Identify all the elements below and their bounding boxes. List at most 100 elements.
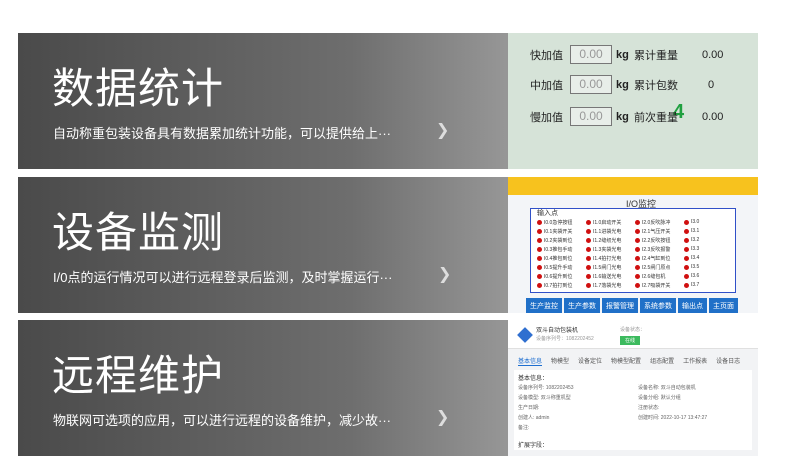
io-point: I2.7吸袋开关 bbox=[635, 281, 684, 289]
io-point-label: I3.6 bbox=[691, 273, 700, 279]
io-point-label: I3.4 bbox=[691, 255, 700, 261]
io-point: I0.6提升到位 bbox=[537, 272, 586, 280]
card-data-statistics[interactable]: 数据统计 自动称重包装设备具有数据累加统计功能，可以提供给上··· ❯ 快加值 … bbox=[18, 33, 758, 169]
status-dot-icon bbox=[586, 237, 591, 243]
status-dot-icon bbox=[537, 246, 542, 252]
panel-row: 中加值 0.00 kg 累计包数 0 bbox=[530, 75, 714, 94]
card-description: 自动称重包装设备具有数据累加统计功能，可以提供给上··· bbox=[53, 126, 391, 141]
io-point-label: I0.4推包到位 bbox=[544, 255, 573, 262]
status-dot-icon bbox=[635, 255, 640, 261]
io-point: I0.1夹袋开关 bbox=[537, 227, 586, 235]
status-dot-icon bbox=[586, 219, 591, 225]
io-point-label: I3.2 bbox=[691, 237, 700, 243]
io-point-label: I2.6缝包机 bbox=[642, 273, 666, 280]
io-point-label: I0.3推包手动 bbox=[544, 246, 573, 253]
io-point: I2.1气压开关 bbox=[635, 227, 684, 235]
console-tab[interactable]: 基本信息 bbox=[518, 356, 543, 366]
io-point: I1.0启动开关 bbox=[586, 218, 635, 226]
card-device-monitoring[interactable]: 设备监测 I/0点的运行情况可以进行远程登录后监测，及时掌握运行··· ❯ I/… bbox=[18, 177, 758, 313]
console-tab[interactable]: 物模型 bbox=[551, 356, 569, 366]
console-tab[interactable]: 组态配置 bbox=[650, 356, 674, 366]
status-dot-icon bbox=[586, 282, 591, 288]
stat-label: 前次重量 bbox=[634, 111, 678, 124]
io-point: I3.3 bbox=[684, 245, 733, 253]
io-point-label: I0.2夹袋到位 bbox=[544, 237, 573, 244]
io-point-label: I1.2缝纫光电 bbox=[593, 237, 622, 244]
io-point-label: I0.1夹袋开关 bbox=[544, 228, 573, 235]
io-point: I2.3反吹报警 bbox=[635, 245, 684, 253]
device-cube-icon bbox=[517, 327, 533, 343]
io-point: I0.4推包到位 bbox=[537, 254, 586, 262]
status-dot-icon bbox=[586, 255, 591, 261]
card-description: 物联网可选项的应用，可以进行远程的设备维护，减少故··· bbox=[53, 413, 391, 428]
console-tab[interactable]: 物模型配置 bbox=[611, 356, 641, 366]
io-point-label: I0.7拍打到位 bbox=[544, 282, 573, 289]
console-tab[interactable]: 设备日志 bbox=[716, 356, 740, 366]
io-point: I2.5闸门原点 bbox=[635, 263, 684, 271]
status-dot-icon bbox=[684, 273, 689, 279]
io-point: I3.6 bbox=[684, 272, 733, 280]
unit-label: kg bbox=[616, 78, 629, 91]
io-point-label: I3.7 bbox=[691, 282, 700, 288]
hmi-tab[interactable]: 系统参数 bbox=[640, 298, 676, 313]
hmi-tab[interactable]: 输出点 bbox=[678, 298, 707, 313]
io-point-label: I3.1 bbox=[691, 228, 700, 234]
panel-row: 慢加值 0.00 kg 前次重量 0.00 bbox=[530, 107, 723, 126]
io-point-label: I3.0 bbox=[691, 219, 700, 225]
field: 设备模型: 双斗称重机型 bbox=[518, 395, 571, 401]
io-point-label: I2.3反吹报警 bbox=[642, 246, 671, 253]
io-point-label: I1.6输送光电 bbox=[593, 273, 622, 280]
status-dot-icon bbox=[586, 228, 591, 234]
io-point-label: I3.5 bbox=[691, 264, 700, 270]
io-point-label: I0.0急停按钮 bbox=[544, 219, 573, 226]
io-point: I1.3夹袋光电 bbox=[586, 245, 635, 253]
hmi-tab[interactable]: 生产监控 bbox=[526, 298, 562, 313]
io-point: I2.4气缸到位 bbox=[635, 254, 684, 262]
field: 注册状态: bbox=[638, 405, 660, 411]
io-point: I3.4 bbox=[684, 254, 733, 262]
io-point-label: I0.5提升手动 bbox=[544, 264, 573, 271]
io-point-label: I0.6提升到位 bbox=[544, 273, 573, 280]
status-dot-icon bbox=[684, 228, 689, 234]
status-dot-icon bbox=[537, 273, 542, 279]
stat-value: 0.00 bbox=[702, 48, 724, 61]
status-dot-icon bbox=[537, 255, 542, 261]
stat-value: 0 bbox=[708, 78, 715, 91]
io-point: I0.5提升手动 bbox=[537, 263, 586, 271]
field: 创建人: admin bbox=[518, 415, 550, 421]
status-dot-icon bbox=[537, 219, 542, 225]
io-point: I1.2缝纫光电 bbox=[586, 236, 635, 244]
weighing-panel-screenshot: 快加值 0.00 kg 累计重量 0.00 中加值 0.00 kg 累计包数 0… bbox=[508, 33, 758, 169]
io-point-label: I1.4拍打光电 bbox=[593, 255, 622, 262]
hmi-tab[interactable]: 生产参数 bbox=[564, 298, 600, 313]
card-title: 数据统计 bbox=[52, 64, 225, 113]
unit-label: kg bbox=[616, 110, 629, 123]
io-point: I1.6输送光电 bbox=[586, 272, 635, 280]
hmi-tab[interactable]: 主页面 bbox=[709, 298, 738, 313]
chevron-right-icon[interactable]: ❯ bbox=[438, 264, 451, 284]
io-point: I3.0 bbox=[684, 218, 733, 226]
status-label: 设备状态： bbox=[620, 327, 646, 333]
status-dot-icon bbox=[684, 282, 689, 288]
io-point: I1.7落袋光电 bbox=[586, 281, 635, 289]
chevron-right-icon[interactable]: ❯ bbox=[436, 407, 449, 427]
stat-label: 累计重量 bbox=[634, 49, 678, 62]
card-remote-maintenance[interactable]: 远程维护 物联网可选项的应用，可以进行远程的设备维护，减少故··· ❯ 双斗自动… bbox=[18, 320, 758, 456]
value-box: 0.00 bbox=[570, 107, 612, 126]
status-dot-icon bbox=[684, 237, 689, 243]
stat-value: 0.00 bbox=[702, 110, 724, 123]
io-point: I2.6缝包机 bbox=[635, 272, 684, 280]
io-point-label: I1.7落袋光电 bbox=[593, 282, 622, 289]
hmi-tab[interactable]: 报警管理 bbox=[602, 298, 638, 313]
card-title: 远程维护 bbox=[52, 351, 225, 400]
chevron-right-icon[interactable]: ❯ bbox=[436, 120, 449, 140]
field: 生产日期: bbox=[518, 405, 540, 411]
status-dot-icon bbox=[586, 264, 591, 270]
field: 设备序列号: 1082202453 bbox=[518, 385, 574, 391]
status-dot-icon bbox=[586, 246, 591, 252]
status-dot-icon bbox=[684, 264, 689, 270]
status-dot-icon bbox=[684, 246, 689, 252]
unit-label: kg bbox=[616, 48, 629, 61]
console-tab[interactable]: 设备定位 bbox=[578, 356, 602, 366]
console-tab[interactable]: 工作报表 bbox=[683, 356, 707, 366]
